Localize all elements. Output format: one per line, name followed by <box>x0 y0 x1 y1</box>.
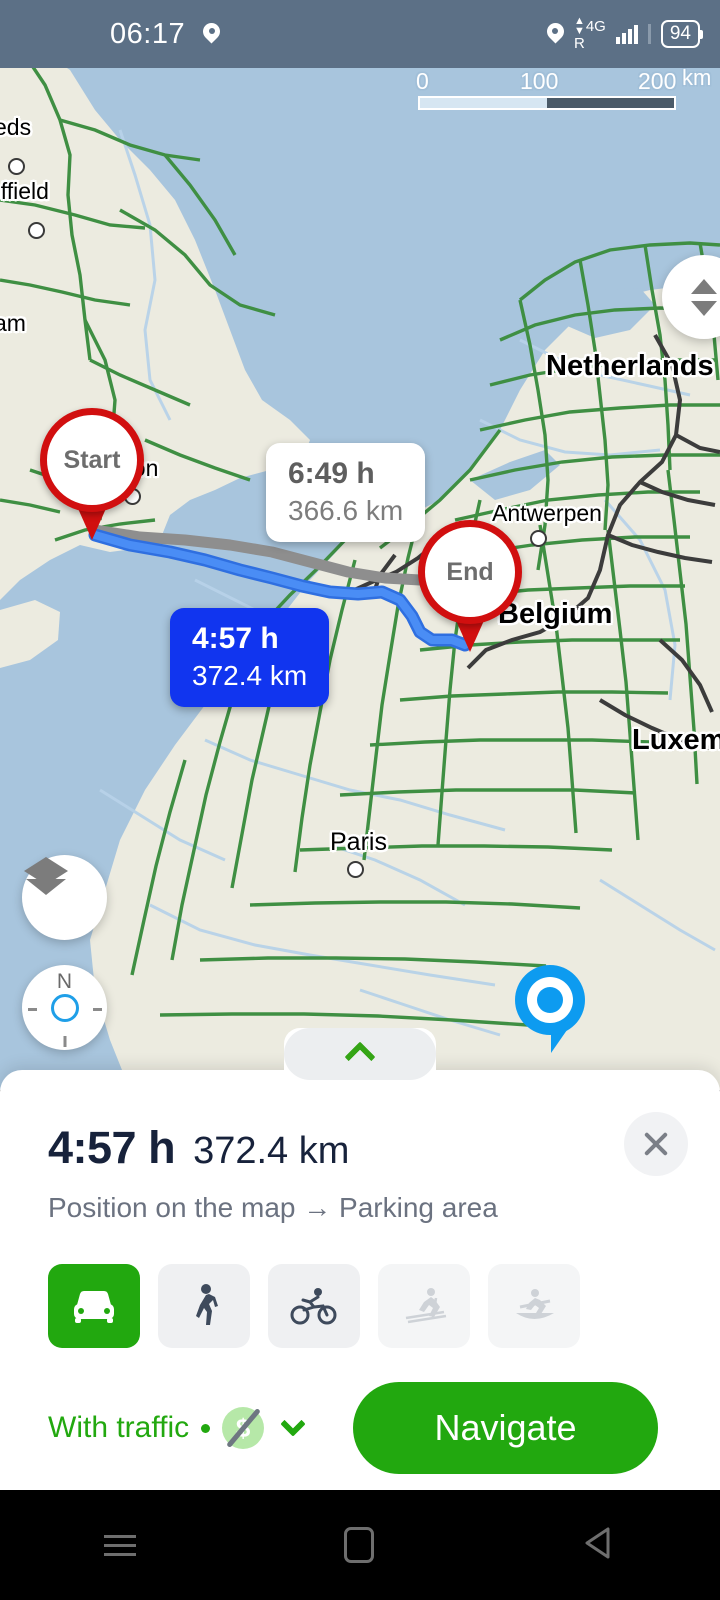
start-marker-head: Start <box>40 408 144 512</box>
transport-mode-bicycle[interactable] <box>268 1264 360 1348</box>
car-icon <box>74 1291 114 1323</box>
map-canvas[interactable]: eds effield am don Netherlands Antwerpen… <box>0 0 720 1090</box>
map-geometry <box>0 0 720 1090</box>
alternate-route-distance: 366.6 km <box>288 494 404 526</box>
compass-icon: N <box>27 969 102 1047</box>
scale-tick-0: 0 <box>416 68 429 94</box>
route-options-button[interactable]: With traffic $ <box>48 1407 306 1449</box>
scale-tick-200: 200 <box>638 68 677 94</box>
battery-indicator: 94 <box>660 20 704 48</box>
signal-bars-icon <box>615 24 638 44</box>
map-city-dot <box>347 861 364 878</box>
back-triangle <box>585 1527 610 1558</box>
status-bar: 06:17 ▲ ▼ 4G R 94 <box>0 0 720 68</box>
end-marker-head: End <box>418 520 522 624</box>
transport-mode-car[interactable] <box>48 1264 140 1348</box>
chevron-up-icon <box>344 1041 376 1073</box>
map-label-leeds: eds <box>0 114 32 140</box>
route-endpoints-text: Position on the map → Parking area <box>48 1192 498 1223</box>
close-icon <box>641 1129 671 1159</box>
chevron-down-icon <box>280 1411 306 1437</box>
data-arrows-icon: ▲ ▼ <box>573 15 585 37</box>
map-label-netherlands: Netherlands <box>546 350 714 382</box>
map-city-dot <box>530 530 547 547</box>
compass-tick-east <box>92 1007 102 1011</box>
no-toll-icon: $ <box>222 1407 265 1449</box>
map-city-dot <box>28 222 45 239</box>
bicycle-icon <box>290 1288 337 1325</box>
tilt-arrows-icon <box>691 278 717 316</box>
map-label-birmingham: am <box>0 310 26 336</box>
compass-tick-south <box>63 1035 66 1047</box>
scale-tick-100: 100 <box>520 68 559 94</box>
recents-icon[interactable] <box>104 1529 136 1562</box>
scale-track <box>418 96 676 110</box>
separator-dot-icon <box>201 1423 211 1433</box>
triangle-down-icon <box>691 300 717 316</box>
network-type-label: 4G <box>585 18 606 35</box>
compass-tick-west <box>27 1007 37 1011</box>
status-bar-right: ▲ ▼ 4G R 94 <box>547 15 704 51</box>
start-marker-label: Start <box>63 445 121 474</box>
start-marker[interactable]: Start <box>40 408 144 540</box>
map-compass-button[interactable]: N <box>22 965 107 1050</box>
close-route-button[interactable] <box>624 1112 688 1176</box>
roaming-label: R <box>573 34 585 52</box>
primary-route-distance: 372.4 km <box>192 659 308 691</box>
end-marker-label: End <box>446 557 494 586</box>
map-label-paris: Paris <box>330 828 387 856</box>
transport-mode-boat[interactable] <box>488 1264 580 1348</box>
canoe-icon <box>516 1289 554 1319</box>
scale-tick-labels: 0 100 200 <box>410 68 710 96</box>
route-summary-header: 4:57 h 372.4 km <box>0 1070 720 1174</box>
network-type-row: ▲ ▼ 4G <box>573 15 606 37</box>
alternate-route-label[interactable]: 6:49 h 366.6 km <box>266 443 426 542</box>
map-layers-button[interactable] <box>22 855 107 940</box>
sheet-expand-handle[interactable] <box>284 1028 436 1080</box>
triangle-up-icon <box>691 278 717 294</box>
home-icon[interactable] <box>344 1527 374 1563</box>
location-active-icon <box>547 23 564 46</box>
route-bottom-sheet: 4:57 h 372.4 km Position on the map → Pa… <box>0 1028 720 1490</box>
transport-mode-ski[interactable] <box>378 1264 470 1348</box>
android-navigation-bar <box>0 1490 720 1600</box>
skier-icon <box>405 1288 447 1324</box>
current-location-marker <box>515 965 585 1053</box>
location-pin-icon <box>203 23 220 46</box>
scale-unit: km <box>682 65 712 90</box>
navigate-button[interactable]: Navigate <box>353 1382 658 1474</box>
map-city-dot <box>8 158 25 175</box>
transport-mode-walk[interactable] <box>158 1264 250 1348</box>
pedestrian-icon <box>196 1284 218 1325</box>
app-root: eds effield am don Netherlands Antwerpen… <box>0 0 720 1600</box>
primary-route-label[interactable]: 4:57 h 372.4 km <box>170 608 330 707</box>
status-bar-clock: 06:17 <box>110 17 186 50</box>
end-marker[interactable]: End <box>418 520 522 652</box>
map-label-luxembourg: Luxemb <box>632 724 720 756</box>
primary-route-time: 4:57 h <box>192 622 279 655</box>
route-eta: 4:57 h <box>48 1122 176 1173</box>
roaming-row: R <box>574 36 606 51</box>
network-indicator: ▲ ▼ 4G R <box>573 15 606 51</box>
compass-ring <box>50 993 79 1022</box>
sheet-footer: With traffic $ Navigate <box>0 1348 720 1474</box>
layers-icon <box>24 857 68 895</box>
location-dot-icon <box>515 965 585 1035</box>
back-icon[interactable] <box>582 1524 616 1567</box>
compass-north-label: N <box>56 969 73 993</box>
route-distance: 372.4 km <box>193 1130 350 1172</box>
transport-mode-selector <box>0 1224 720 1348</box>
sheet-handle-pill <box>284 1028 436 1080</box>
status-bar-left: 06:17 <box>110 18 220 51</box>
traffic-label: With traffic <box>48 1411 190 1444</box>
second-sim-icon <box>647 24 651 44</box>
map-scale-bar: 0 100 200 km <box>410 65 712 110</box>
map-label-sheffield: effield <box>0 178 49 204</box>
alternate-route-time: 6:49 h <box>288 457 375 490</box>
